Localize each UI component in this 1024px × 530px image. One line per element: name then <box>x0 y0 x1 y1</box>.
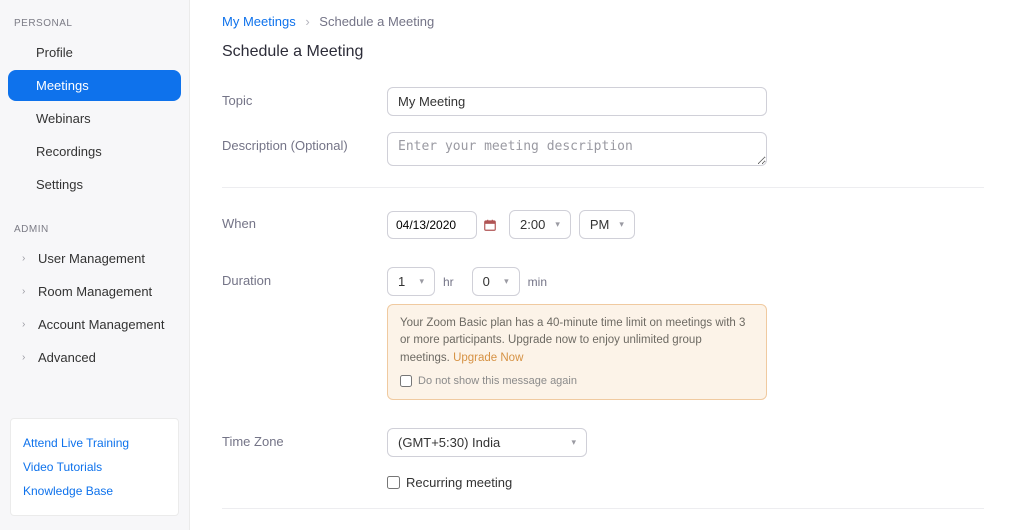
row-when: When 2:00 ▾ PM ▾ <box>222 187 984 247</box>
chevron-down-icon: ▾ <box>619 219 624 230</box>
select-minutes[interactable]: 0▾ <box>472 267 520 296</box>
sidebar-heading-admin: ADMIN <box>0 224 189 243</box>
plan-notice: Your Zoom Basic plan has a 40-minute tim… <box>387 304 767 400</box>
checkbox-donot-show[interactable] <box>400 375 412 387</box>
sidebar-item-label: Room Management <box>38 284 152 299</box>
label-duration: Duration <box>222 267 387 288</box>
calendar-icon[interactable] <box>483 218 497 232</box>
row-duration: Duration 1▾ hr 0▾ min Your Zoom Basic pl… <box>222 259 984 408</box>
unit-min: min <box>528 275 547 289</box>
chevron-down-icon: ▾ <box>504 276 509 287</box>
label-topic: Topic <box>222 87 387 108</box>
input-description[interactable] <box>387 132 767 166</box>
sidebar-item-label: Recordings <box>36 144 102 159</box>
chevron-down-icon: ▾ <box>571 437 576 448</box>
select-timezone-value: (GMT+5:30) India <box>398 435 500 450</box>
main-content: My Meetings › Schedule a Meeting Schedul… <box>190 0 1024 530</box>
sidebar-item-label: Account Management <box>38 317 164 332</box>
upgrade-link[interactable]: Upgrade Now <box>453 352 523 364</box>
select-timezone[interactable]: (GMT+5:30) India ▾ <box>387 428 587 457</box>
sidebar-item-user-management[interactable]: › User Management <box>8 243 181 274</box>
sidebar-personal-section: PERSONAL Profile Meetings Webinars Recor… <box>0 18 189 202</box>
sidebar-item-room-management[interactable]: › Room Management <box>8 276 181 307</box>
sidebar: PERSONAL Profile Meetings Webinars Recor… <box>0 0 190 530</box>
help-card: Attend Live Training Video Tutorials Kno… <box>10 418 179 516</box>
app-root: PERSONAL Profile Meetings Webinars Recor… <box>0 0 1024 530</box>
unit-hr: hr <box>443 275 454 289</box>
select-time[interactable]: 2:00 ▾ <box>509 210 571 239</box>
select-ampm-value: PM <box>590 217 610 232</box>
sidebar-item-label: Profile <box>36 45 73 60</box>
chevron-right-icon: › <box>22 352 32 363</box>
notice-text: Your Zoom Basic plan has a 40-minute tim… <box>400 317 745 364</box>
sidebar-item-label: Webinars <box>36 111 91 126</box>
page-title: Schedule a Meeting <box>222 43 984 61</box>
checkbox-recurring[interactable] <box>387 476 400 489</box>
sidebar-heading-personal: PERSONAL <box>0 18 189 37</box>
sidebar-item-meetings[interactable]: Meetings <box>8 70 181 101</box>
label-description: Description (Optional) <box>222 132 387 153</box>
select-hours[interactable]: 1▾ <box>387 267 435 296</box>
breadcrumb-current: Schedule a Meeting <box>319 14 434 29</box>
input-date[interactable] <box>387 211 477 239</box>
sidebar-item-label: Advanced <box>38 350 96 365</box>
breadcrumb-root[interactable]: My Meetings <box>222 14 296 29</box>
label-when: When <box>222 210 387 231</box>
chevron-right-icon: › <box>22 286 32 297</box>
select-hours-value: 1 <box>398 274 405 289</box>
notice-donot-label: Do not show this message again <box>418 373 577 390</box>
chevron-down-icon: ▾ <box>419 276 424 287</box>
sidebar-item-label: User Management <box>38 251 145 266</box>
sidebar-item-webinars[interactable]: Webinars <box>8 103 181 134</box>
breadcrumb: My Meetings › Schedule a Meeting <box>222 14 984 29</box>
select-ampm[interactable]: PM ▾ <box>579 210 635 239</box>
sidebar-item-profile[interactable]: Profile <box>8 37 181 68</box>
sidebar-item-recordings[interactable]: Recordings <box>8 136 181 167</box>
select-minutes-value: 0 <box>483 274 490 289</box>
select-time-value: 2:00 <box>520 217 545 232</box>
label-timezone: Time Zone <box>222 428 387 449</box>
help-link-kb[interactable]: Knowledge Base <box>23 479 166 503</box>
chevron-right-icon: › <box>305 14 309 29</box>
sidebar-item-settings[interactable]: Settings <box>8 169 181 200</box>
chevron-right-icon: › <box>22 253 32 264</box>
sidebar-item-label: Meetings <box>36 78 89 93</box>
chevron-right-icon: › <box>22 319 32 330</box>
recurring-row: Recurring meeting <box>387 475 984 490</box>
sidebar-item-label: Settings <box>36 177 83 192</box>
help-link-training[interactable]: Attend Live Training <box>23 431 166 455</box>
sidebar-item-advanced[interactable]: › Advanced <box>8 342 181 373</box>
sidebar-item-account-management[interactable]: › Account Management <box>8 309 181 340</box>
row-meeting-id: Meeting ID Generate Automatically Person… <box>222 508 984 530</box>
notice-donot: Do not show this message again <box>400 373 754 390</box>
label-recurring: Recurring meeting <box>406 475 512 490</box>
row-topic: Topic <box>222 79 984 124</box>
row-timezone: Time Zone (GMT+5:30) India ▾ Recurring me… <box>222 420 984 498</box>
chevron-down-icon: ▾ <box>555 219 560 230</box>
help-link-tutorials[interactable]: Video Tutorials <box>23 455 166 479</box>
sidebar-admin-section: ADMIN ›User Management ›Room Management … <box>0 224 189 375</box>
row-description: Description (Optional) <box>222 124 984 177</box>
input-topic[interactable] <box>387 87 767 116</box>
